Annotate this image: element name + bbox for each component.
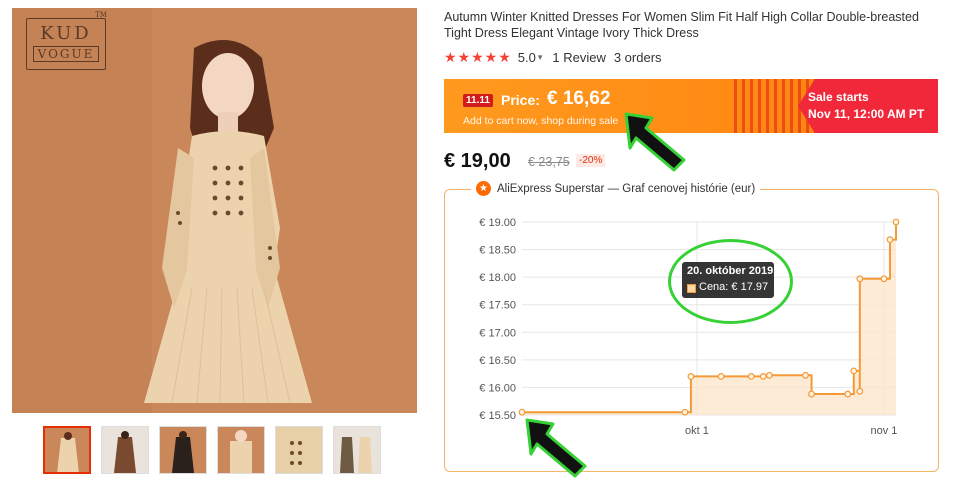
y-tick-label: € 17.00 (479, 327, 516, 339)
price-point (886, 236, 894, 244)
annotation-arrow-banner (624, 112, 686, 172)
sale-subtitle: Add to cart now, shop during sale (463, 115, 619, 127)
thumb-4-image (218, 427, 264, 473)
thumbnail-2[interactable] (101, 426, 149, 474)
y-tick-label: € 17.50 (479, 300, 516, 312)
annotation-arrow-chart (525, 418, 587, 478)
price-point (856, 275, 864, 283)
y-tick-label: € 16.00 (479, 382, 516, 394)
thumbnail-3[interactable] (159, 426, 207, 474)
thumb-3-image (160, 427, 206, 473)
price-point (759, 372, 767, 380)
price-point (717, 372, 725, 380)
y-tick-label: € 16.50 (479, 355, 516, 367)
thumbnail-5[interactable] (275, 426, 323, 474)
orders-count: 3 orders (613, 50, 662, 65)
thumb-1-image (45, 428, 89, 472)
x-tick-label: okt 1 (685, 425, 709, 437)
brand-logo-bottom: VOGUE (33, 46, 99, 62)
price-point (880, 275, 888, 283)
price-point (808, 390, 815, 398)
chevron-down-icon[interactable]: ▾ (538, 52, 543, 63)
thumbnail-strip (43, 426, 381, 474)
rating-row: ★★★★★ 5.0 ▾ 1 Review 3 orders (444, 49, 662, 66)
discount-badge: -20% (576, 154, 606, 167)
y-tick-label: € 18.00 (479, 272, 516, 284)
thumb-5-image (276, 427, 322, 473)
price-point (765, 371, 773, 379)
sale-start-panel (798, 79, 938, 133)
price-point (687, 372, 695, 380)
x-tick-label: nov 1 (870, 425, 897, 437)
product-main-image[interactable]: KUD VOGUE TM (12, 8, 417, 413)
y-tick-label: € 15.50 (479, 410, 516, 422)
sale-tag-badge: 11.11 (463, 94, 493, 107)
product-title: Autumn Winter Knitted Dresses For Women … (444, 10, 919, 40)
brand-logo-top: KUD (40, 23, 92, 44)
rating-stars: ★★★★★ (444, 49, 512, 65)
price-point (802, 371, 809, 379)
rating-value: 5.0 (517, 50, 536, 65)
thumb-2-image (102, 427, 148, 473)
sale-price-value: € 16,62 (547, 88, 611, 109)
reviews-link[interactable]: 1 Review (552, 50, 605, 65)
thumb-6-image (334, 427, 380, 473)
price-point (844, 390, 852, 398)
y-tick-label: € 19.00 (479, 217, 516, 229)
thumbnail-6[interactable] (333, 426, 381, 474)
price-point (747, 372, 755, 380)
thumbnail-1[interactable] (43, 426, 91, 474)
original-price: € 23,75 (528, 155, 570, 169)
price-point (856, 387, 864, 395)
sale-price-label: Price: (501, 92, 540, 108)
price-point (850, 367, 858, 375)
annotation-circle (668, 239, 793, 324)
brand-logo-mark: TM (95, 11, 107, 19)
brand-logo: KUD VOGUE TM (26, 11, 107, 70)
sale-starts-date: Nov 11, 12:00 AM PT (808, 107, 925, 121)
y-tick-label: € 18.50 (479, 245, 516, 257)
price-point (892, 218, 900, 226)
sale-starts-label: Sale starts (808, 90, 869, 104)
thumbnail-4[interactable] (217, 426, 265, 474)
price-point (681, 408, 689, 416)
current-price: € 19,00 (444, 150, 511, 172)
